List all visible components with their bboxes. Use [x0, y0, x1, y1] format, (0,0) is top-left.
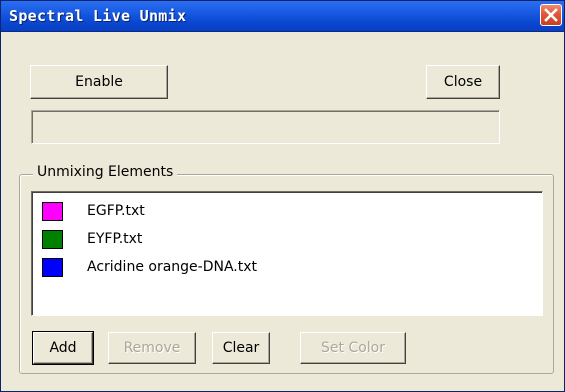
- enable-button[interactable]: Enable: [30, 65, 168, 99]
- window-title: Spectral Live Unmix: [9, 7, 187, 25]
- list-item-label: EGFP.txt: [87, 203, 145, 219]
- color-swatch: [42, 257, 63, 277]
- title-bar[interactable]: Spectral Live Unmix: [1, 1, 564, 32]
- list-item-label: EYFP.txt: [87, 231, 143, 247]
- clear-button[interactable]: Clear: [212, 332, 270, 364]
- remove-button[interactable]: Remove: [108, 332, 196, 364]
- set-color-button[interactable]: Set Color: [300, 332, 406, 364]
- spectral-live-unmix-window: Spectral Live Unmix Enable Close Unmixin…: [0, 0, 565, 392]
- color-swatch: [42, 201, 63, 221]
- list-item[interactable]: EYFP.txt: [42, 228, 142, 250]
- title-close-button[interactable]: [540, 4, 562, 26]
- unmixing-elements-list[interactable]: EGFP.txt EYFP.txt Acridine orange-DNA.tx…: [31, 191, 543, 316]
- unmixing-elements-label: Unmixing Elements: [33, 164, 178, 180]
- list-item[interactable]: EGFP.txt: [42, 200, 145, 222]
- add-button[interactable]: Add: [32, 331, 94, 365]
- close-button[interactable]: Close: [426, 65, 500, 99]
- color-swatch: [42, 229, 63, 249]
- list-item-label: Acridine orange-DNA.txt: [87, 259, 258, 275]
- list-item[interactable]: Acridine orange-DNA.txt: [42, 256, 257, 278]
- status-field: [31, 110, 500, 144]
- close-icon: [544, 8, 558, 22]
